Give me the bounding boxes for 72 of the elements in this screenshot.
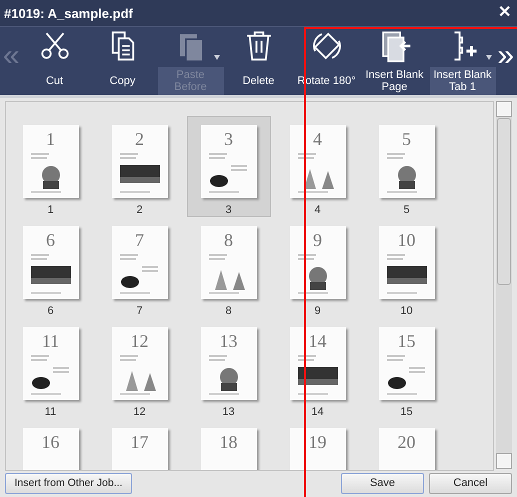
page-heading: 17 <box>130 431 148 454</box>
toolbar-button[interactable]: Insert Blank Page <box>362 67 428 95</box>
page-thumbnail[interactable]: 7 <box>112 226 168 299</box>
page-heading: 16 <box>42 431 60 454</box>
page-thumbnail[interactable]: 19 <box>290 428 346 470</box>
page-heading: 8 <box>224 229 233 252</box>
page-heading: 20 <box>398 431 416 454</box>
close-button[interactable]: ✕ <box>498 5 511 21</box>
scroll-thumb[interactable] <box>497 118 511 285</box>
page-label: 9 <box>314 305 321 317</box>
page-label: 2 <box>136 204 143 216</box>
page-thumbnail[interactable]: 13 <box>200 327 256 400</box>
toolbar-button[interactable]: Copy <box>90 67 156 94</box>
page-thumbnail[interactable]: 5 <box>378 125 434 198</box>
toolbar-button[interactable]: Delete <box>226 67 292 94</box>
page-label: 4 <box>314 204 321 216</box>
page-heading: 14 <box>308 330 326 353</box>
page-label: 6 <box>47 305 54 317</box>
page-heading: 13 <box>220 330 238 353</box>
page-heading: 7 <box>135 229 144 252</box>
page-thumbnail[interactable]: 12 <box>112 327 168 400</box>
page-label: 14 <box>311 406 324 418</box>
scrollbar[interactable] <box>496 101 512 469</box>
page-thumbnail[interactable]: 11 <box>22 327 78 400</box>
page-thumbnail[interactable]: 10 <box>378 226 434 299</box>
page-heading: 3 <box>224 128 233 151</box>
toolbar-button[interactable]: Cut <box>22 67 88 94</box>
page-label: 1 <box>47 204 54 216</box>
page-label: 5 <box>403 204 410 216</box>
page-thumbnail[interactable]: 8 <box>200 226 256 299</box>
page-heading: 6 <box>46 229 55 252</box>
page-thumbnail[interactable]: 9 <box>290 226 346 299</box>
page-heading: 2 <box>135 128 144 151</box>
page-thumbnail[interactable]: 1 <box>22 125 78 198</box>
page-heading: 1 <box>46 128 55 151</box>
page-heading: 18 <box>220 431 238 454</box>
cancel-button[interactable]: Cancel <box>429 472 512 494</box>
page-label: 10 <box>400 305 413 317</box>
page-heading: 11 <box>42 330 60 353</box>
page-label: 8 <box>225 305 232 317</box>
page-thumbnail[interactable]: 15 <box>378 327 434 400</box>
page-heading: 12 <box>130 330 148 353</box>
page-heading: 15 <box>398 330 416 353</box>
page-thumbnail[interactable]: 6 <box>22 226 78 299</box>
page-thumbnail[interactable]: 14 <box>290 327 346 400</box>
page-label: 11 <box>44 406 56 418</box>
scroll-left-button[interactable]: « <box>2 41 20 71</box>
page-label: 13 <box>222 406 235 418</box>
page-heading: 19 <box>308 431 326 454</box>
page-heading: 4 <box>313 128 322 151</box>
page-thumbnail[interactable]: 3 <box>200 125 256 198</box>
page-heading: 10 <box>398 229 416 252</box>
page-thumbnail[interactable]: 18 <box>200 428 256 470</box>
selected-page[interactable]: 3 3 <box>186 116 270 217</box>
page-thumbnail[interactable]: 17 <box>112 428 168 470</box>
page-label: 3 <box>225 204 232 216</box>
page-thumbnail[interactable]: 20 <box>378 428 434 470</box>
page-heading: 9 <box>313 229 322 252</box>
page-heading: 5 <box>402 128 411 151</box>
page-thumbnail[interactable]: 16 <box>22 428 78 470</box>
insert-button[interactable]: Insert from Other Job... <box>5 472 132 494</box>
page-thumbnail[interactable]: 4 <box>290 125 346 198</box>
page-label: 7 <box>136 305 143 317</box>
scroll-right-button[interactable]: » <box>496 41 515 71</box>
page-label: 15 <box>400 406 413 418</box>
toolbar-button[interactable]: Insert Blank Tab 1 <box>430 67 496 95</box>
window-title: #1019: A_sample.pdf <box>4 6 134 20</box>
page-label: 12 <box>133 406 146 418</box>
page-thumbnail[interactable]: 2 <box>112 125 168 198</box>
caret-icon[interactable] <box>214 55 220 60</box>
save-button[interactable]: Save <box>341 472 424 494</box>
caret-icon[interactable] <box>486 55 492 60</box>
